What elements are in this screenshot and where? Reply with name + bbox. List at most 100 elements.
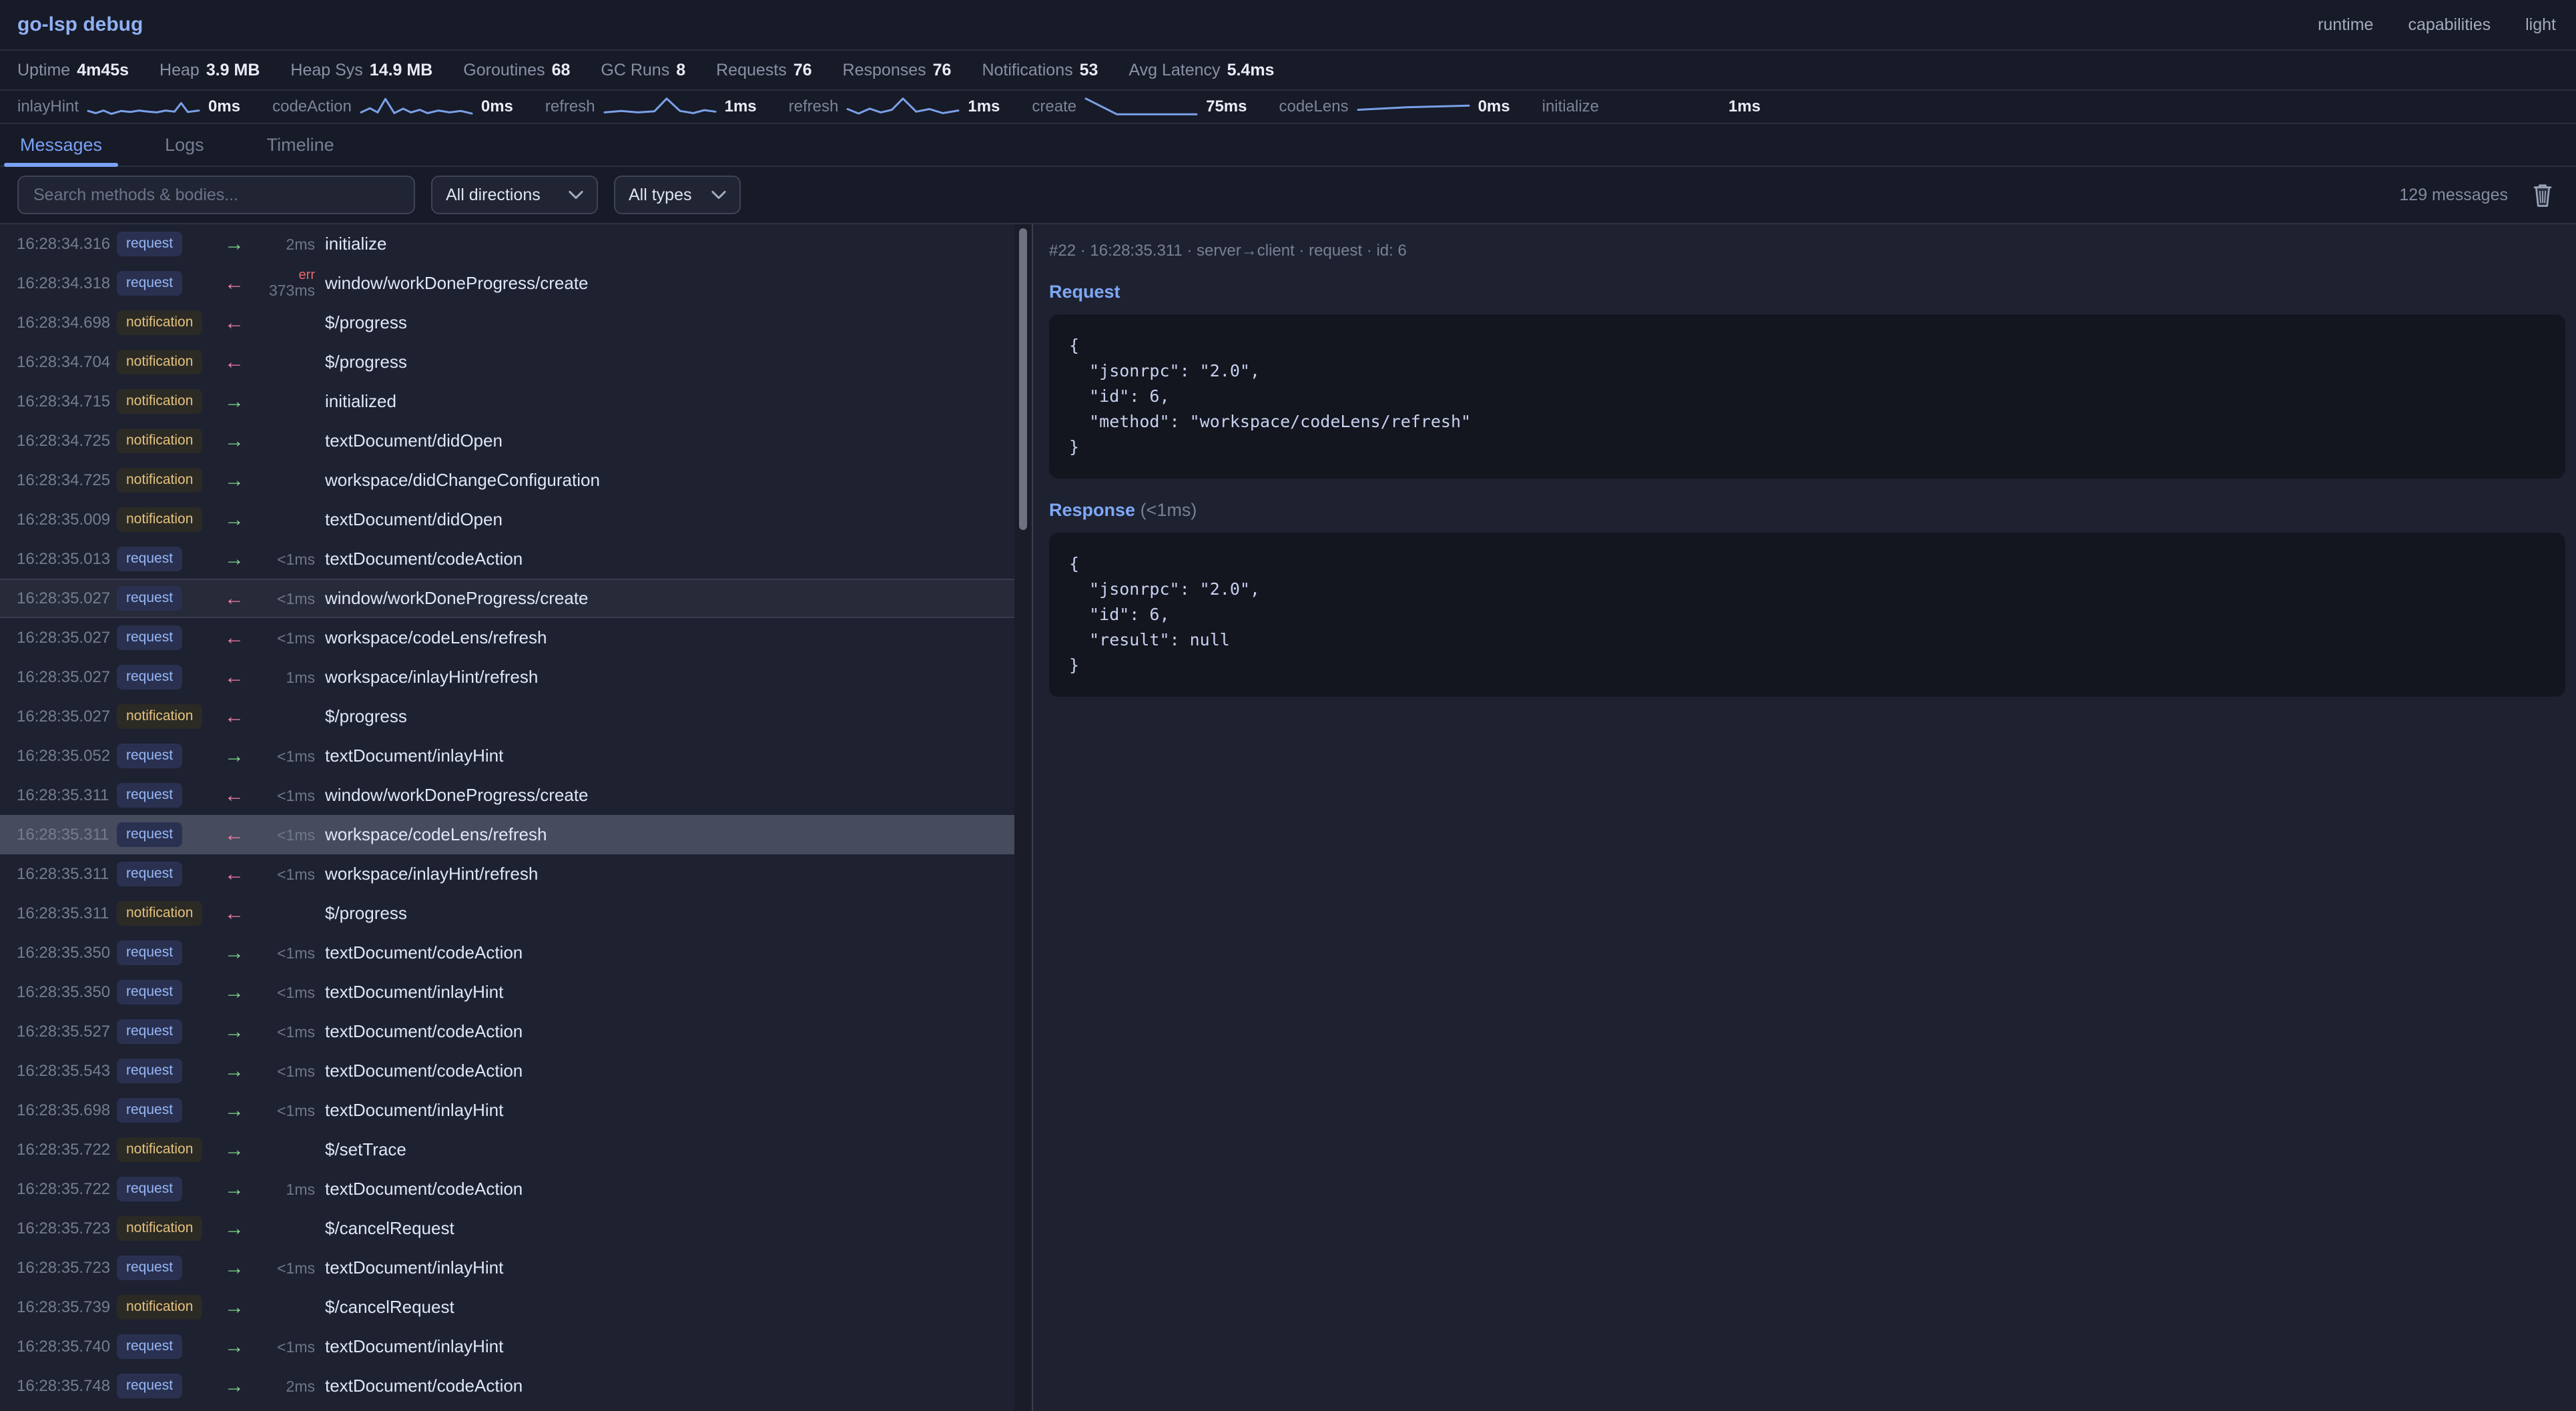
message-row[interactable]: 16:28:35.350 request → <1ms textDocument…	[0, 933, 1014, 972]
message-kind-badge: notification	[117, 1295, 202, 1319]
message-row[interactable]: 16:28:35.009 notification → textDocument…	[0, 500, 1014, 539]
message-method: textDocument/codeAction	[325, 1061, 523, 1081]
duration-text: <1ms	[277, 787, 315, 804]
message-kind-cell: notification	[117, 468, 220, 492]
direction-arrow-icon: →	[220, 943, 248, 963]
message-row[interactable]: 16:28:35.311 request ← <1ms workspace/co…	[0, 815, 1014, 854]
nav-link-capabilities[interactable]: capabilities	[2408, 15, 2491, 35]
message-row[interactable]: 16:28:35.013 request → <1ms textDocument…	[0, 539, 1014, 579]
clear-messages-button[interactable]	[2528, 180, 2557, 210]
chevron-down-icon	[569, 190, 583, 200]
message-kind-badge: request	[117, 744, 182, 768]
sparkline-label: refresh	[789, 97, 839, 116]
message-row[interactable]: 16:28:35.027 request ← 1ms workspace/inl…	[0, 657, 1014, 697]
message-kind-badge: notification	[117, 429, 202, 453]
message-kind-cell: notification	[117, 350, 220, 374]
message-row[interactable]: 16:28:34.318 request ← err373ms window/w…	[0, 264, 1014, 303]
message-kind-cell: request	[117, 547, 220, 571]
message-time: 16:28:35.350	[17, 944, 117, 962]
message-row[interactable]: 16:28:35.748 request → 2ms textDocument/…	[0, 1366, 1014, 1406]
tab-messages[interactable]: Messages	[4, 124, 118, 166]
message-duration: <1ms	[248, 591, 315, 607]
search-input[interactable]	[17, 176, 415, 214]
message-row[interactable]: 16:28:35.543 request → <1ms textDocument…	[0, 1051, 1014, 1091]
message-kind-badge: notification	[117, 1216, 202, 1240]
message-method: textDocument/inlayHint	[325, 982, 503, 1003]
scrollbar-thumb[interactable]	[1019, 228, 1027, 530]
message-kind-badge: notification	[117, 468, 202, 492]
message-row[interactable]: 16:28:34.715 notification → initialized	[0, 382, 1014, 421]
message-kind-badge: request	[117, 547, 182, 571]
message-duration: <1ms	[248, 945, 315, 961]
message-kind-cell: request	[117, 744, 220, 768]
tab-timeline[interactable]: Timeline	[251, 124, 350, 166]
message-row[interactable]: 16:28:35.698 request → <1ms textDocument…	[0, 1091, 1014, 1130]
stat-value: 68	[552, 61, 571, 80]
message-kind-cell: request	[117, 940, 220, 964]
stat-label: Notifications	[982, 61, 1072, 80]
message-kind-cell: notification	[117, 1295, 220, 1319]
type-filter-dropdown[interactable]: All types	[614, 176, 741, 214]
tab-label: Timeline	[267, 135, 334, 156]
message-duration: 1ms	[248, 669, 315, 685]
message-row[interactable]: 16:28:35.027 request ← <1ms workspace/co…	[0, 618, 1014, 657]
nav-link-theme-toggle[interactable]: light	[2525, 15, 2556, 35]
stat-label: Responses	[843, 61, 926, 80]
message-row[interactable]: 16:28:35.052 request → <1ms textDocument…	[0, 736, 1014, 776]
message-row[interactable]: 16:28:34.725 notification → textDocument…	[0, 421, 1014, 461]
message-duration: <1ms	[248, 630, 315, 646]
message-row[interactable]: 16:28:35.740 request → <1ms textDocument…	[0, 1327, 1014, 1366]
message-duration: <1ms	[248, 1063, 315, 1079]
message-row[interactable]: 16:28:34.698 notification ← $/progress	[0, 303, 1014, 342]
message-method: textDocument/inlayHint	[325, 746, 503, 766]
sparkline-chart	[1357, 95, 1470, 118]
message-time: 16:28:35.311	[17, 904, 117, 923]
duration-text: <1ms	[277, 629, 315, 647]
message-time: 16:28:35.311	[17, 786, 117, 805]
message-method: workspace/inlayHint/refresh	[325, 864, 538, 884]
direction-filter-value: All directions	[446, 186, 541, 205]
sparkline-chart	[603, 95, 717, 118]
message-row[interactable]: 16:28:35.311 notification ← $/progress	[0, 894, 1014, 933]
message-kind-badge: request	[117, 1059, 182, 1083]
message-row[interactable]: 16:28:35.311 request ← <1ms workspace/in…	[0, 854, 1014, 894]
direction-filter-dropdown[interactable]: All directions	[431, 176, 598, 214]
sparkline-value: 1ms	[968, 97, 1000, 116]
message-duration: <1ms	[248, 748, 315, 764]
direction-arrow-icon: →	[220, 1179, 248, 1199]
nav-link-runtime[interactable]: runtime	[2318, 15, 2373, 35]
message-method: textDocument/inlayHint	[325, 1100, 503, 1121]
stat-item: Uptime 4m45s	[17, 61, 129, 80]
message-row[interactable]: 16:28:34.704 notification ← $/progress	[0, 342, 1014, 382]
message-row[interactable]: 16:28:35.527 request → <1ms textDocument…	[0, 1012, 1014, 1051]
duration-text: <1ms	[277, 984, 315, 1001]
message-method: workspace/codeLens/refresh	[325, 824, 547, 845]
message-row[interactable]: 16:28:34.725 notification → workspace/di…	[0, 461, 1014, 500]
message-kind-cell: request	[117, 1255, 220, 1280]
message-row[interactable]: 16:28:35.027 request ← <1ms window/workD…	[0, 579, 1014, 618]
message-row[interactable]: 16:28:35.723 request → <1ms textDocument…	[0, 1248, 1014, 1288]
direction-arrow-icon: →	[220, 392, 248, 412]
message-method: textDocument/codeAction	[325, 1376, 523, 1396]
stat-item: Requests 76	[716, 61, 812, 80]
message-row[interactable]: 16:28:35.723 notification → $/cancelRequ…	[0, 1209, 1014, 1248]
stat-item: GC Runs 8	[601, 61, 685, 80]
direction-arrow-icon: →	[220, 1298, 248, 1318]
sparkline-value: 0ms	[1478, 97, 1510, 116]
duration-text: 1ms	[286, 1181, 315, 1198]
message-duration: <1ms	[248, 1024, 315, 1040]
direction-arrow-icon: ←	[220, 589, 248, 609]
message-method: $/progress	[325, 352, 407, 372]
message-row[interactable]: 16:28:35.350 request → <1ms textDocument…	[0, 972, 1014, 1012]
tabs-bar: Messages Logs Timeline	[0, 124, 2576, 167]
message-row[interactable]: 16:28:34.316 request → 2ms initialize	[0, 224, 1014, 264]
message-row[interactable]: 16:28:35.311 request ← <1ms window/workD…	[0, 776, 1014, 815]
message-kind-badge: request	[117, 783, 182, 807]
message-row[interactable]: 16:28:35.722 notification → $/setTrace	[0, 1130, 1014, 1169]
message-row[interactable]: 16:28:35.739 notification → $/cancelRequ…	[0, 1288, 1014, 1327]
message-duration: err373ms	[248, 268, 315, 298]
message-row[interactable]: 16:28:35.722 request → 1ms textDocument/…	[0, 1169, 1014, 1209]
duration-text: 1ms	[286, 669, 315, 686]
tab-logs[interactable]: Logs	[149, 124, 220, 166]
message-row[interactable]: 16:28:35.027 notification ← $/progress	[0, 697, 1014, 736]
